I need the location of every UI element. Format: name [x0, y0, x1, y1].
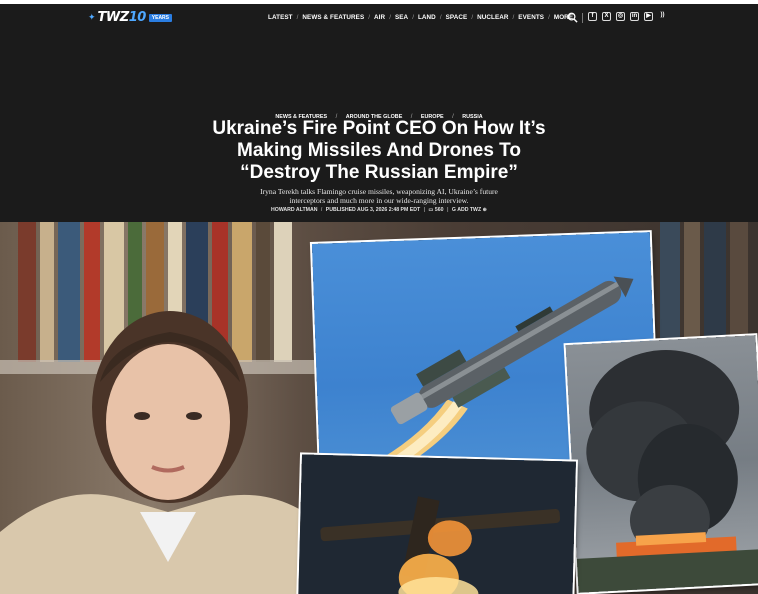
rss-icon[interactable]: ))	[658, 12, 667, 21]
add-plus-icon[interactable]: ⊕	[483, 207, 487, 213]
logo-text: TWZ	[97, 10, 130, 25]
byline-separator: /	[320, 207, 323, 213]
menu-separator: /	[296, 14, 299, 21]
menu-separator: /	[389, 14, 391, 21]
headline-line: Ukraine’s Fire Point CEO On How It’s	[212, 118, 546, 139]
linkedin-icon[interactable]: in	[630, 12, 639, 21]
instagram-icon[interactable]: ◎	[616, 12, 625, 21]
menu-item-space[interactable]: SPACE	[446, 14, 468, 21]
menu-separator: /	[368, 14, 371, 21]
article-header: NEWS & FEATURES / AROUND THE GLOBE / EUR…	[0, 31, 758, 222]
add-twz-link[interactable]: ADD TWZ	[457, 207, 481, 213]
dek-line: interceptors and much more in our wide-r…	[289, 196, 469, 205]
search-icon[interactable]	[567, 12, 578, 23]
menu-item-events[interactable]: EVENTS	[518, 14, 544, 21]
byline-separator: |	[447, 207, 449, 213]
menu-item-nuclear[interactable]: NUCLEAR	[477, 14, 508, 21]
menu-item-latest[interactable]: LATEST	[268, 14, 293, 21]
main-menu: LATEST / NEWS & FEATURES / AIR / SEA / L…	[268, 4, 573, 31]
social-links: f X ◎ in ▶ ))	[588, 12, 667, 21]
headline-line: “Destroy The Russian Empire”	[240, 162, 518, 183]
menu-separator: /	[439, 14, 442, 21]
portrait-photo	[0, 311, 330, 594]
menu-item-land[interactable]: LAND	[418, 14, 436, 21]
menu-separator: /	[512, 14, 515, 21]
nav-divider	[582, 13, 583, 23]
menu-item-sea[interactable]: SEA	[395, 14, 408, 21]
article-byline: HOWARD ALTMAN / PUBLISHED AUG 3, 2026 2:…	[0, 207, 758, 213]
byline-separator: |	[423, 207, 426, 213]
headline-line: Making Missiles And Drones To	[237, 140, 521, 161]
menu-separator: /	[471, 14, 474, 21]
x-icon[interactable]: X	[602, 12, 611, 21]
menu-separator: /	[412, 14, 414, 21]
publish-date: PUBLISHED AUG 3, 2026 2:48 PM EDT	[325, 207, 421, 213]
menu-separator: /	[548, 14, 550, 21]
top-nav-bar: ✦ TWZ 10 YEARS LATEST / NEWS & FEATURES …	[0, 4, 758, 31]
article-dek: Iryna Terekh talks Flamingo cruise missi…	[0, 187, 758, 205]
drone-on-fire-photo	[298, 454, 576, 594]
menu-item-news-features[interactable]: NEWS & FEATURES	[302, 14, 364, 21]
comment-icon[interactable]: ▭	[429, 207, 434, 213]
dek-line: Iryna Terekh talks Flamingo cruise missi…	[260, 187, 498, 196]
logo-star-icon: ✦	[88, 12, 96, 22]
youtube-icon[interactable]: ▶	[644, 12, 653, 21]
logo-years: 10	[128, 10, 147, 25]
author-name[interactable]: HOWARD ALTMAN	[271, 207, 317, 213]
google-icon: G	[451, 207, 456, 213]
explosion-smoke-photo	[565, 335, 758, 593]
site-logo[interactable]: ✦ TWZ 10 YEARS	[88, 10, 173, 25]
facebook-icon[interactable]: f	[588, 12, 597, 21]
hero-image	[0, 222, 758, 594]
menu-item-air[interactable]: AIR	[374, 14, 385, 21]
article-headline: Ukraine’s Fire Point CEO On How It’s Mak…	[0, 118, 758, 184]
comment-count[interactable]: 560	[435, 207, 444, 213]
logo-badge: YEARS	[148, 13, 173, 22]
